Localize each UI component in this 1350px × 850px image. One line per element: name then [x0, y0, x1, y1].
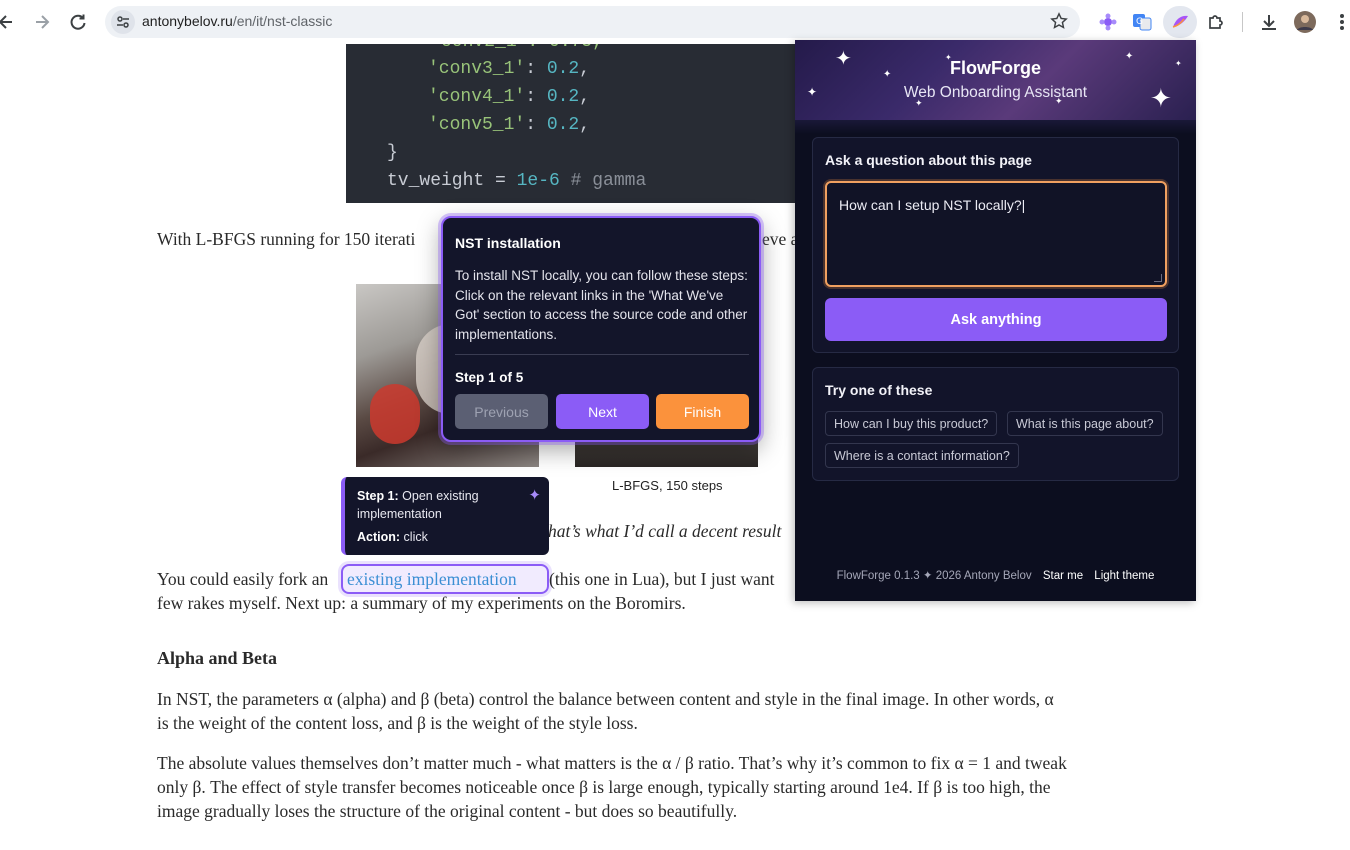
google-translate-icon[interactable]: G	[1130, 10, 1154, 34]
existing-implementation-link[interactable]: existing implementation	[347, 567, 517, 591]
banner-fade	[795, 120, 1196, 134]
site-info-icon[interactable]	[111, 10, 135, 34]
ask-card: Ask a question about this page How can I…	[812, 137, 1179, 353]
popover-body: To install NST locally, you can follow t…	[455, 268, 748, 342]
url-text: antonybelov.ru/en/it/nst-classic	[142, 13, 333, 29]
step-badge: Step 1: Open existing implementation Act…	[341, 477, 549, 555]
resize-handle[interactable]	[1154, 274, 1162, 282]
next-button[interactable]: Next	[556, 394, 649, 429]
code-line: }	[387, 143, 398, 163]
footer-version: FlowForge 0.1.3 ✦ 2026 Antony Belov	[836, 570, 1032, 582]
suggestion-chip-contact[interactable]: Where is a contact information?	[825, 443, 1019, 468]
reload-icon[interactable]	[66, 10, 90, 34]
extensions-puzzle-icon[interactable]	[1204, 10, 1228, 34]
section-heading: Alpha and Beta	[157, 648, 278, 668]
paragraph-fork-middle: (this one in Lua), but I just want	[549, 569, 775, 589]
light-theme-link[interactable]: Light theme	[1094, 570, 1154, 582]
image-caption: L-BFGS, 150 steps	[612, 478, 723, 493]
ask-anything-button[interactable]: Ask anything	[825, 298, 1167, 341]
panel-title: FlowForge	[950, 58, 1041, 78]
back-icon[interactable]	[0, 10, 18, 34]
download-icon[interactable]	[1257, 10, 1281, 34]
code-line: tv_weight = 1e-6 # gamma	[387, 171, 647, 191]
star-me-link[interactable]: Star me	[1043, 570, 1083, 582]
code-line: 'conv3_1': 0.2,	[428, 59, 591, 79]
popover-step-counter: Step 1 of 5	[455, 370, 524, 385]
step-action: Action: click	[357, 530, 428, 544]
address-bar[interactable]: antonybelov.ru/en/it/nst-classic	[105, 6, 1080, 38]
code-line: 'conv4_1': 0.2,	[428, 87, 591, 107]
panel-footer: FlowForge 0.1.3 ✦ 2026 Antony Belov Star…	[795, 568, 1196, 582]
paragraph-lbfgs-start: With L-BFGS running for 150 iterati	[157, 229, 416, 249]
sparkle-icon: ✦	[528, 487, 541, 504]
finish-button[interactable]: Finish	[656, 394, 749, 429]
flowforge-panel: ✦ ✦ ✦ ✦ ✦ ✦ ✦ ✦ ✦ FlowForge Web Onboardi…	[795, 40, 1196, 601]
paragraph-fork-line2: few rakes myself. Next up: a summary of …	[157, 593, 686, 613]
popover-title: NST installation	[455, 235, 561, 251]
paragraph-lbfgs-end: eve a	[762, 229, 799, 249]
step-description: Step 1: Open existing implementation	[357, 489, 479, 521]
paragraph-ratio-line3: image gradually loses the structure of t…	[157, 801, 738, 821]
browser-toolbar: antonybelov.ru/en/it/nst-classic G	[0, 0, 1350, 44]
suggestions-title: Try one of these	[825, 382, 933, 398]
paragraph-ratio-line2: only β. The effect of style transfer bec…	[157, 777, 1051, 797]
code-line: 'conv5_1': 0.2,	[428, 115, 591, 135]
tour-popover: NST installation To install NST locally,…	[441, 216, 761, 442]
more-menu-icon[interactable]	[1330, 10, 1350, 34]
paragraph-fork-start: You could easily fork an	[157, 569, 329, 589]
question-input[interactable]: How can I setup NST locally?|	[825, 181, 1167, 287]
code-line: 'conv2_1': 0.75,	[387, 44, 603, 52]
previous-button[interactable]: Previous	[455, 394, 548, 429]
suggestion-chip-buy[interactable]: How can I buy this product?	[825, 411, 998, 436]
panel-banner: ✦ ✦ ✦ ✦ ✦ ✦ ✦ ✦ ✦ FlowForge Web Onboardi…	[795, 40, 1196, 120]
ask-card-title: Ask a question about this page	[825, 152, 1032, 168]
forward-icon[interactable]	[30, 10, 54, 34]
svg-text:G: G	[1136, 17, 1143, 27]
suggestion-chip-about[interactable]: What is this page about?	[1007, 411, 1163, 436]
paragraph-alpha-beta-line2: is the weight of the content loss, and β…	[157, 713, 638, 733]
code-block: 'conv2_1': 0.75, 'conv3_1': 0.2, 'conv4_…	[346, 44, 796, 203]
paragraph-ratio-line1: The absolute values themselves don’t mat…	[157, 753, 1067, 773]
bookmark-star-icon[interactable]	[1050, 12, 1068, 35]
toolbar-separator	[1242, 12, 1243, 32]
suggestions-card: Try one of these How can I buy this prod…	[812, 367, 1179, 481]
panel-subtitle: Web Onboarding Assistant	[903, 84, 1088, 101]
flowforge-extension-icon[interactable]	[1168, 10, 1192, 34]
italic-remark: hat’s what I’d call a decent result	[548, 521, 782, 541]
paragraph-alpha-beta-line1: In NST, the parameters α (alpha) and β (…	[157, 689, 1054, 709]
extension-flower-icon[interactable]	[1096, 10, 1120, 34]
popover-divider	[455, 354, 749, 355]
profile-avatar[interactable]	[1293, 10, 1317, 34]
